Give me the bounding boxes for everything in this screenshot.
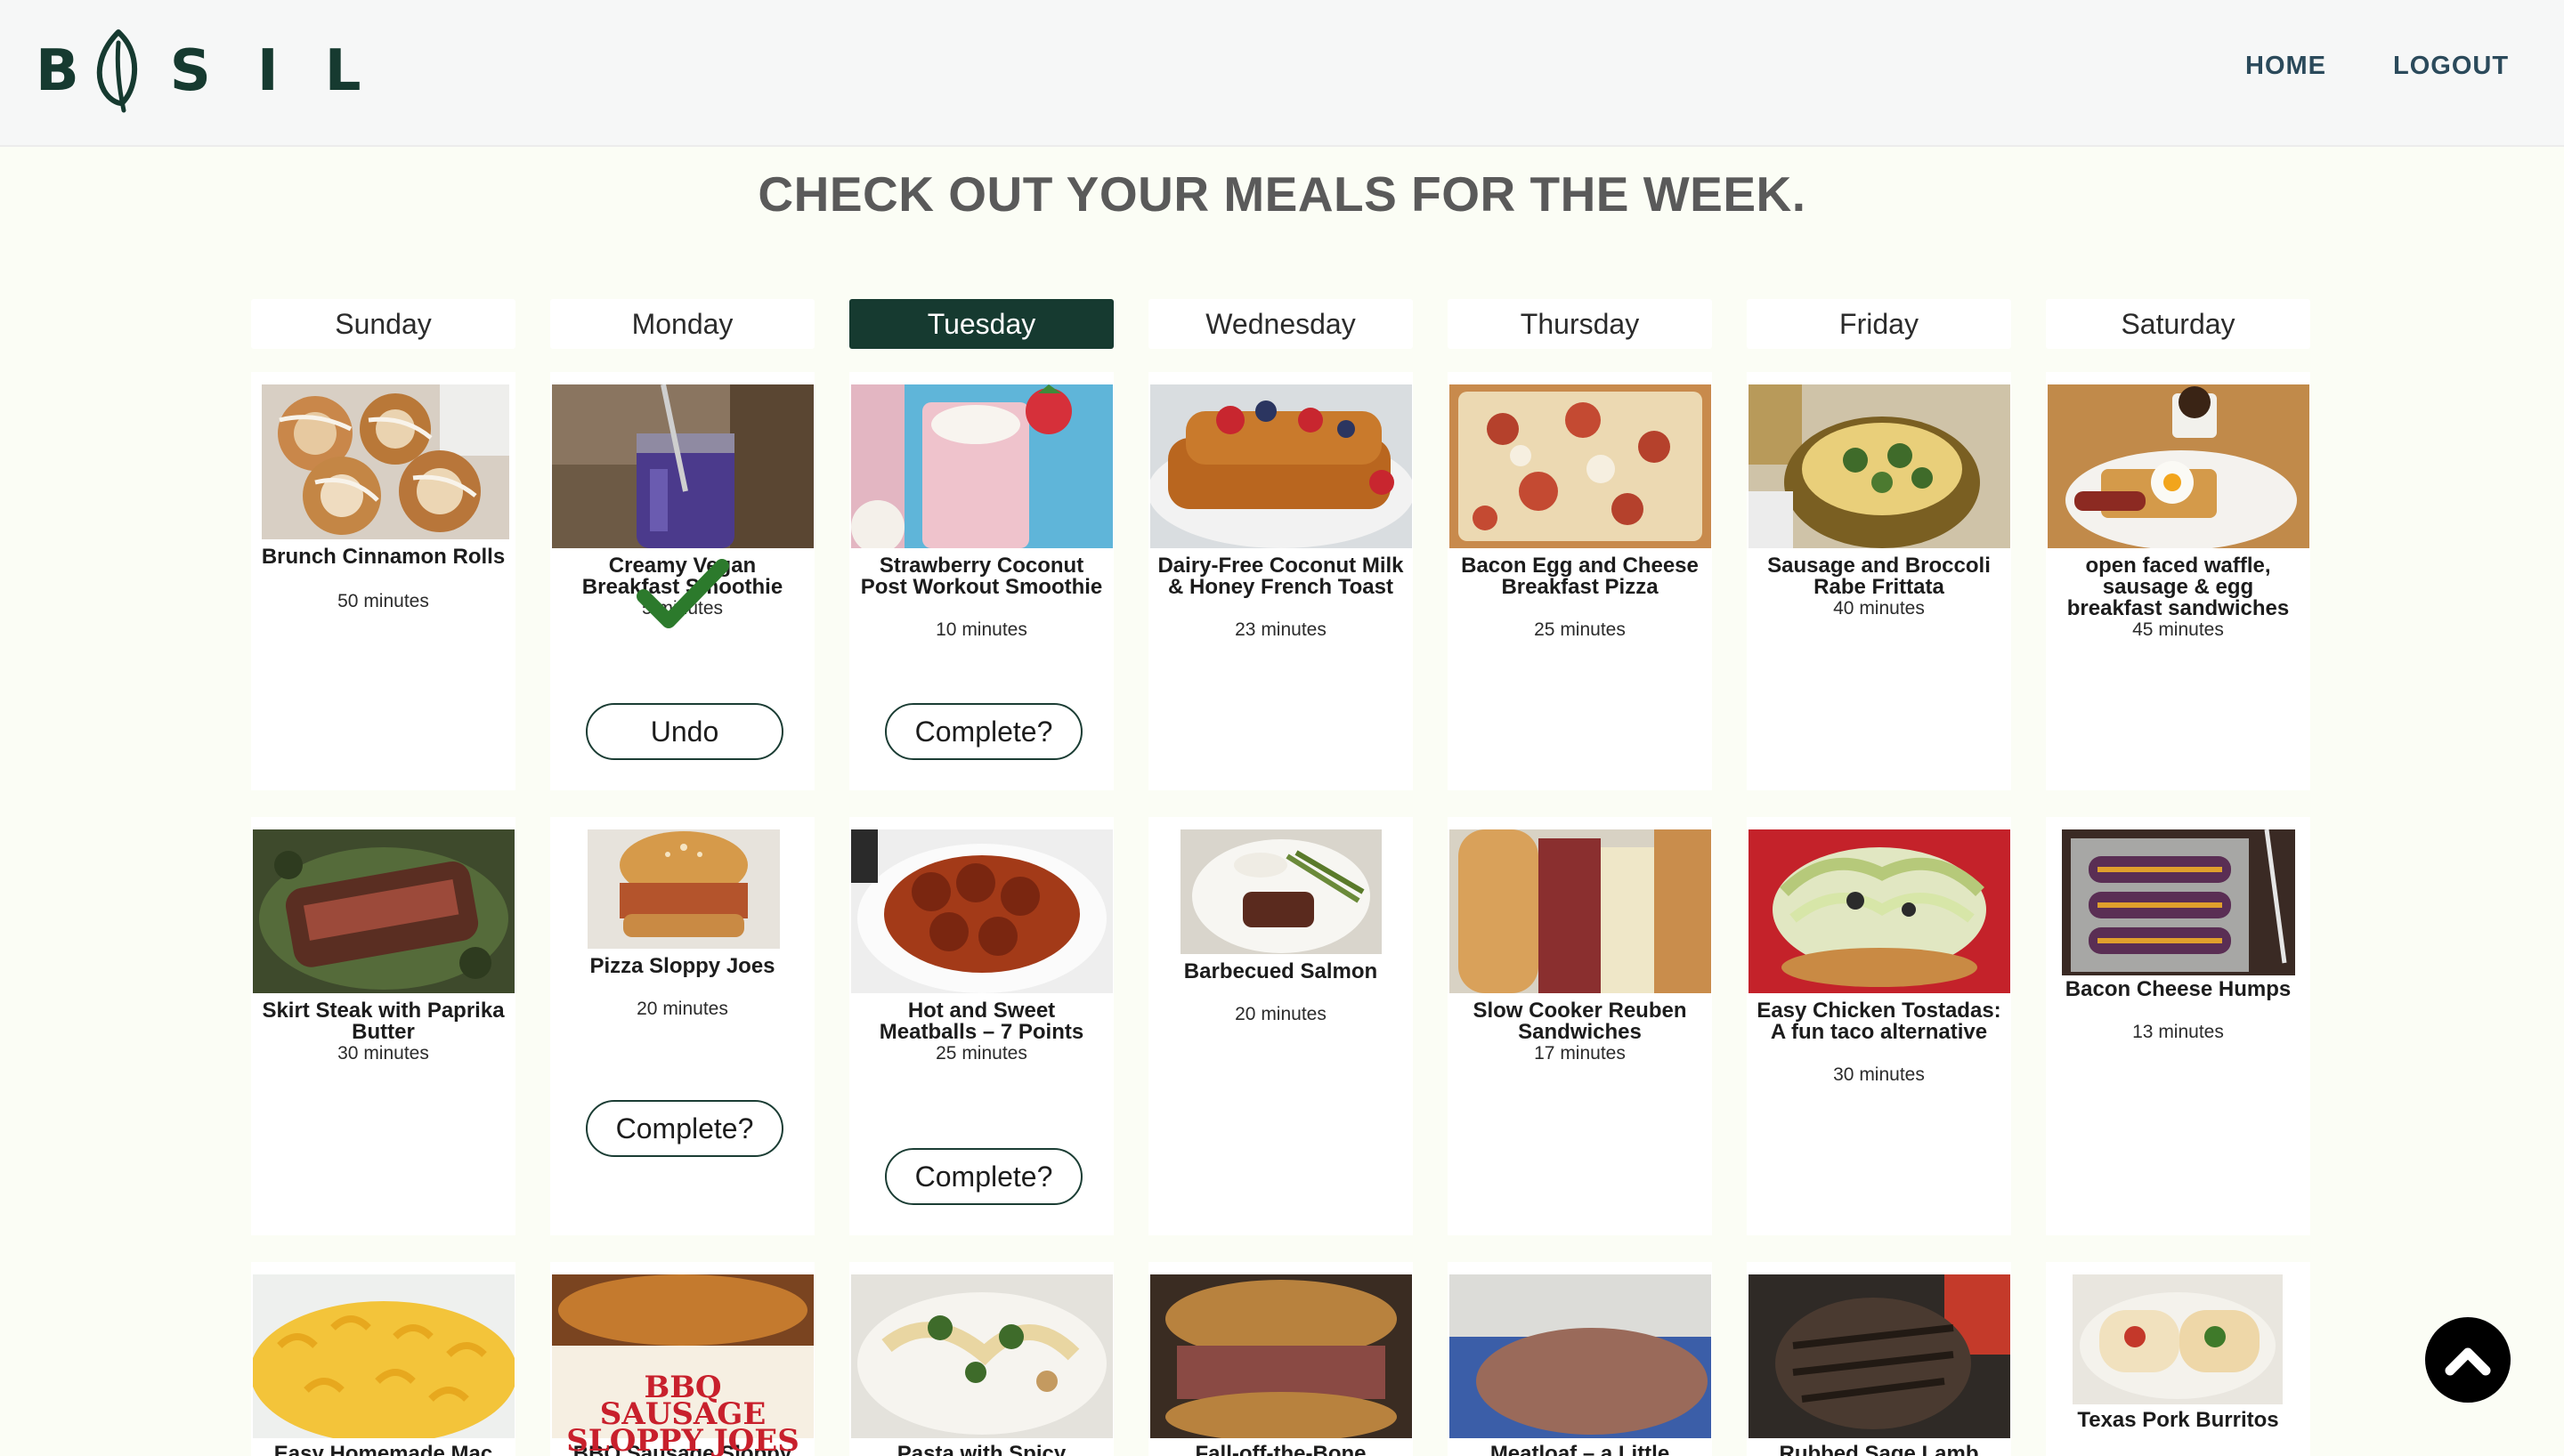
complete-button[interactable]: Complete? [586,1100,783,1157]
nav-home-link[interactable]: HOME [2245,52,2326,81]
meal-image[interactable] [2048,384,2309,548]
meal-card: Slow Cooker Reuben Sandwiches 17 minutes [1448,817,1712,1235]
meal-name: Pizza Sloppy Joes [589,954,775,978]
meal-image[interactable] [1449,1274,1711,1438]
meal-time: 25 minutes [1534,619,1626,640]
day-tab-wednesday[interactable]: Wednesday [1148,299,1413,349]
meal-name: Fall-off-the-Bone [1195,1442,1367,1456]
meal-time: 20 minutes [1235,1004,1327,1024]
meal-card: Easy Chicken Tostadas: A fun taco altern… [1747,817,2011,1235]
meal-name: Rubbed Sage Lamb [1779,1442,1979,1456]
day-tab-sunday[interactable]: Sunday [251,299,515,349]
checkmark-icon [637,559,729,628]
logo-letter-b: B [36,38,79,104]
meal-name: Pasta with Spicy [897,1442,1067,1456]
meal-name: Meatloaf – a Little [1489,1442,1670,1456]
meal-name: Texas Pork Burritos [2077,1408,2279,1432]
meal-card: Strawberry Coconut Post Workout Smoothie… [849,372,1114,790]
meal-time: 50 minutes [337,591,429,611]
meal-name: Bacon Egg and Cheese Breakfast Pizza [1461,554,1699,599]
meal-card: Pizza Sloppy Joes 20 minutes Complete? [550,817,815,1235]
meal-image[interactable] [262,384,509,539]
logo-letter-l: L [324,38,361,104]
meal-card: Creamy Vegan Breakfast Smoothie 5 minute… [550,372,815,790]
scroll-to-top-button[interactable] [2425,1317,2511,1403]
meal-image[interactable] [552,384,814,548]
meal-card: Dairy-Free Coconut Milk & Honey French T… [1148,372,1413,790]
undo-button[interactable]: Undo [586,703,783,760]
meal-image[interactable] [2073,1274,2283,1404]
meal-image[interactable] [253,829,515,993]
image-overlay-text: BBQ SAUSAGE SLOPPY JOES [566,1370,799,1456]
meal-time: 30 minutes [337,1043,429,1064]
meal-name: Easy Chicken Tostadas: A fun taco altern… [1757,999,2001,1044]
day-tab-saturday[interactable]: Saturday [2046,299,2310,349]
complete-button[interactable]: Complete? [885,1148,1083,1205]
meal-card: Brunch Cinnamon Rolls 50 minutes [251,372,515,790]
meal-card: Skirt Steak with Paprika Butter 30 minut… [251,817,515,1235]
meal-name: Skirt Steak with Paprika Butter [262,999,505,1044]
meal-time: 13 minutes [2132,1022,2224,1042]
day-tab-friday[interactable]: Friday [1747,299,2011,349]
meal-image[interactable] [1150,384,1412,548]
basil-logo[interactable]: B S I L [36,27,361,116]
logo-letter-s: S [169,38,211,104]
meal-name: Brunch Cinnamon Rolls [261,545,506,569]
meal-name: open faced waffle, sausage & egg breakfa… [2066,554,2290,620]
meal-image[interactable] [2062,829,2295,975]
meal-name: Strawberry Coconut Post Workout Smoothie [860,554,1103,599]
meal-name: Hot and Sweet Meatballs – 7 Points [879,999,1084,1044]
meal-image[interactable] [1449,384,1711,548]
nav-logout-link[interactable]: LOGOUT [2393,52,2509,81]
meal-name: Slow Cooker Reuben Sandwiches [1473,999,1687,1044]
meal-image[interactable] [588,829,780,949]
complete-button[interactable]: Complete? [885,703,1083,760]
meal-name: Easy Homemade Mac [273,1442,493,1456]
meal-card: Bacon Cheese Humps 13 minutes [2046,817,2310,1235]
meal-name: Sausage and Broccoli Rabe Frittata [1767,554,1991,599]
meal-time: 40 minutes [1833,598,1925,619]
meal-card: Rubbed Sage Lamb [1747,1262,2011,1456]
chevron-up-icon [2445,1347,2491,1376]
meal-name: Barbecued Salmon [1183,959,1378,983]
meal-card: Barbecued Salmon 20 minutes [1148,817,1413,1235]
meal-time: 20 minutes [637,999,728,1019]
meal-card: Meatloaf – a Little [1448,1262,1712,1456]
meal-image[interactable] [1181,829,1382,954]
meal-time: 23 minutes [1235,619,1327,640]
meal-name: Dairy-Free Coconut Milk & Honey French T… [1157,554,1404,599]
meal-card: Sausage and Broccoli Rabe Frittata 40 mi… [1747,372,2011,790]
meal-image[interactable] [1749,1274,2010,1438]
meal-image[interactable] [1749,829,2010,993]
app-header: B S I L HOME LOGOUT [0,0,2564,147]
meal-time: 25 minutes [936,1043,1027,1064]
meal-image[interactable] [851,384,1113,548]
meal-card: Hot and Sweet Meatballs – 7 Points 25 mi… [849,817,1114,1235]
meal-image[interactable] [851,829,1113,993]
meal-card: Pasta with Spicy [849,1262,1114,1456]
meal-time: 45 minutes [2132,619,2224,640]
meal-image[interactable] [851,1274,1113,1438]
meal-time: 17 minutes [1534,1043,1626,1064]
meal-image[interactable] [1150,1274,1412,1438]
page-title: CHECK OUT YOUR MEALS FOR THE WEEK. [758,166,1806,222]
day-tab-monday[interactable]: Monday [550,299,815,349]
meal-name: Bacon Cheese Humps [2065,977,2292,1001]
meal-card: Texas Pork Burritos [2046,1262,2310,1456]
meal-time: 10 minutes [936,619,1027,640]
meal-card: Bacon Egg and Cheese Breakfast Pizza 25 … [1448,372,1712,790]
meal-card: open faced waffle, sausage & egg breakfa… [2046,372,2310,790]
meal-image[interactable] [1449,829,1711,993]
meal-image[interactable] [253,1274,515,1438]
logo-letter-i: I [256,38,279,104]
meal-card: Easy Homemade Mac [251,1262,515,1456]
meal-time: 30 minutes [1833,1064,1925,1085]
meal-image[interactable] [1749,384,2010,548]
meal-card: Fall-off-the-Bone [1148,1262,1413,1456]
day-tab-thursday[interactable]: Thursday [1448,299,1712,349]
day-tab-tuesday[interactable]: Tuesday [849,299,1114,349]
leaf-icon [96,29,137,113]
